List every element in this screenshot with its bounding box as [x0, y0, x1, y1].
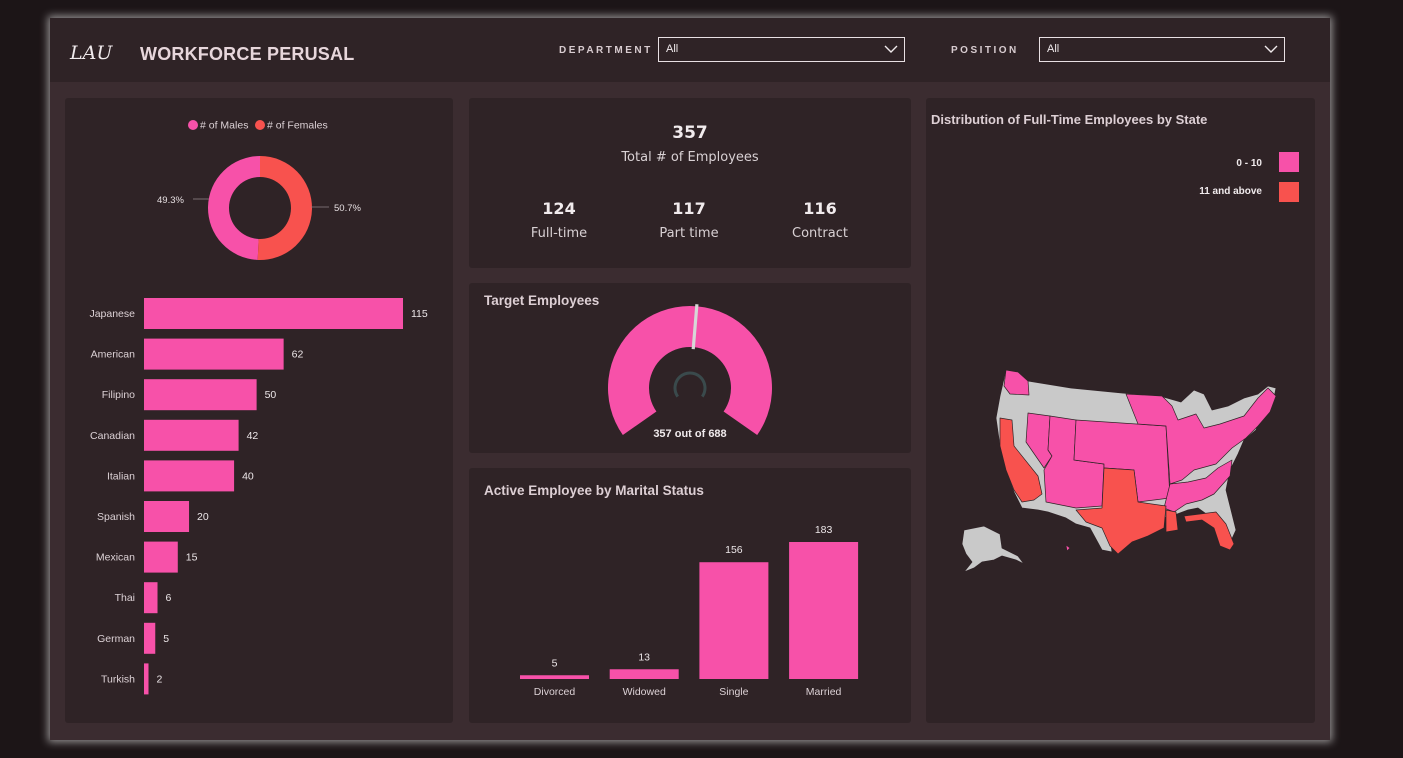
department-dropdown[interactable]: All [658, 37, 905, 62]
donut-slice-females[interactable] [257, 156, 313, 260]
nationality-bar[interactable] [144, 379, 257, 411]
kpi-parttime-value: 117 [672, 199, 706, 218]
nationality-bar[interactable] [144, 541, 178, 573]
marital-bar[interactable] [789, 542, 859, 679]
nationality-value-label: 2 [157, 673, 163, 685]
nationality-value-label: 50 [265, 389, 277, 401]
department-selected-value: All [666, 43, 679, 55]
kpi-fulltime-value: 124 [542, 199, 576, 218]
kpi-total-label: Total # of Employees [621, 150, 759, 165]
legend-label-males: # of Males [200, 120, 248, 132]
donut-slice-males[interactable] [208, 156, 260, 260]
marital-value-label: 13 [638, 651, 650, 663]
map-legend-label-low: 0 - 10 [1236, 158, 1262, 169]
dashboard-canvas: LAU WORKFORCE PERUSAL DEPARTMENT All POS… [50, 18, 1330, 740]
gender-donut: 49.3% 50.7% [157, 156, 361, 260]
gauge-caption: 357 out of 688 [653, 428, 726, 440]
nationality-value-label: 40 [242, 470, 254, 482]
marital-bar-chart: 5 Divorced 13 Widowed 156 Single 183 Married [520, 524, 859, 698]
map-region-northwest [1003, 369, 1030, 396]
marital-visual: 5 Divorced 13 Widowed 156 Single 183 Married [520, 524, 859, 698]
state-map-panel: Distribution of Full-Time Employees by S… [926, 98, 1315, 723]
marital-bar[interactable] [609, 669, 679, 679]
logo: LAU [70, 42, 113, 64]
marital-category-label: Widowed [623, 686, 666, 698]
marital-value-label: 156 [725, 544, 743, 556]
us-state-map[interactable] [961, 369, 1277, 573]
nationality-value-label: 15 [186, 552, 198, 564]
nationality-value-label: 62 [292, 349, 304, 361]
map-legend-swatch-high [1279, 182, 1299, 202]
nationality-category-label: Canadian [90, 430, 135, 442]
kpi-parttime-label: Part time [659, 226, 719, 241]
nationality-bar[interactable] [144, 582, 158, 614]
nationality-category-label: Mexican [96, 552, 135, 564]
legend-label-females: # of Females [267, 120, 328, 132]
nationality-bar[interactable] [144, 501, 190, 532]
nationality-bar[interactable] [144, 298, 403, 329]
marital-category-label: Divorced [534, 686, 576, 698]
map-legend-label-high: 11 and above [1199, 186, 1262, 197]
marital-value-label: 183 [815, 524, 833, 536]
gauge-band[interactable] [608, 305, 772, 436]
nationality-bar[interactable] [144, 338, 284, 370]
page-title: WORKFORCE PERUSAL [140, 44, 355, 64]
gauge-title: Target Employees [484, 293, 600, 308]
demographics-visual: # of Males # of Females 49.3% 50.7% Japa… [89, 120, 428, 695]
marital-category-label: Married [806, 686, 842, 698]
kpi-fulltime-label: Full-time [530, 226, 588, 241]
nationality-bar-chart: Japanese 115American 62Filipino 50Canadian 4… [89, 298, 428, 695]
nationality-category-label: Japanese [89, 308, 135, 320]
nationality-category-label: Thai [115, 592, 135, 604]
kpi-panel: 357 Total # of Employees 124 Full-time 1… [469, 98, 911, 268]
nationality-category-label: German [97, 633, 135, 645]
position-filter-label: POSITION [951, 45, 1019, 56]
nationality-category-label: Spanish [97, 511, 135, 523]
kpi-contract-value: 116 [803, 199, 837, 218]
header-bar: LAU WORKFORCE PERUSAL DEPARTMENT All POS… [50, 18, 1330, 82]
map-region-louisiana [1165, 509, 1179, 533]
department-filter-label: DEPARTMENT [559, 45, 653, 56]
nationality-bar[interactable] [144, 419, 239, 451]
nationality-category-label: Turkish [101, 673, 135, 685]
marital-status-panel: Active Employee by Marital Status 5 Divor… [469, 468, 911, 723]
nationality-value-label: 5 [163, 633, 169, 645]
chevron-down-icon [884, 45, 898, 53]
map-visual: 0 - 10 11 and above [961, 152, 1299, 573]
nationality-value-label: 6 [166, 592, 172, 604]
target-gauge-panel: Target Employees 357 out of 688 [469, 283, 911, 453]
legend-marker-females [255, 120, 265, 130]
marital-bar[interactable] [699, 562, 769, 679]
gauge-visual: 357 out of 688 [608, 304, 772, 440]
legend-marker-males [188, 120, 198, 130]
nationality-bar[interactable] [144, 622, 156, 654]
nationality-bar[interactable] [144, 663, 149, 695]
map-region-alaska-hawaii [1065, 544, 1071, 552]
nationality-category-label: Filipino [102, 389, 135, 401]
gender-legend: # of Males # of Females [188, 120, 328, 132]
marital-category-label: Single [719, 686, 748, 698]
marital-bar[interactable] [520, 675, 589, 679]
kpi-contract-label: Contract [792, 226, 848, 241]
marital-value-label: 5 [552, 657, 558, 669]
chevron-down-icon [1264, 45, 1278, 53]
nationality-bar[interactable] [144, 460, 235, 492]
gauge-inner-ring [673, 371, 707, 398]
map-legend: 0 - 10 11 and above [1199, 152, 1299, 202]
position-selected-value: All [1047, 43, 1060, 55]
nationality-category-label: Italian [107, 470, 135, 482]
map-region-alaska [961, 525, 1025, 573]
donut-label-males: 49.3% [157, 195, 184, 206]
nationality-value-label: 115 [411, 308, 428, 320]
map-title: Distribution of Full-Time Employees by S… [931, 112, 1208, 127]
map-legend-swatch-low [1279, 152, 1299, 172]
nationality-category-label: American [91, 349, 136, 361]
demographics-panel: # of Males # of Females 49.3% 50.7% Japa… [65, 98, 453, 723]
donut-label-females: 50.7% [334, 203, 361, 214]
position-dropdown[interactable]: All [1039, 37, 1285, 62]
kpi-total-value: 357 [672, 123, 708, 143]
nationality-value-label: 20 [197, 511, 209, 523]
marital-chart-title: Active Employee by Marital Status [484, 483, 704, 498]
nationality-value-label: 42 [247, 430, 259, 442]
